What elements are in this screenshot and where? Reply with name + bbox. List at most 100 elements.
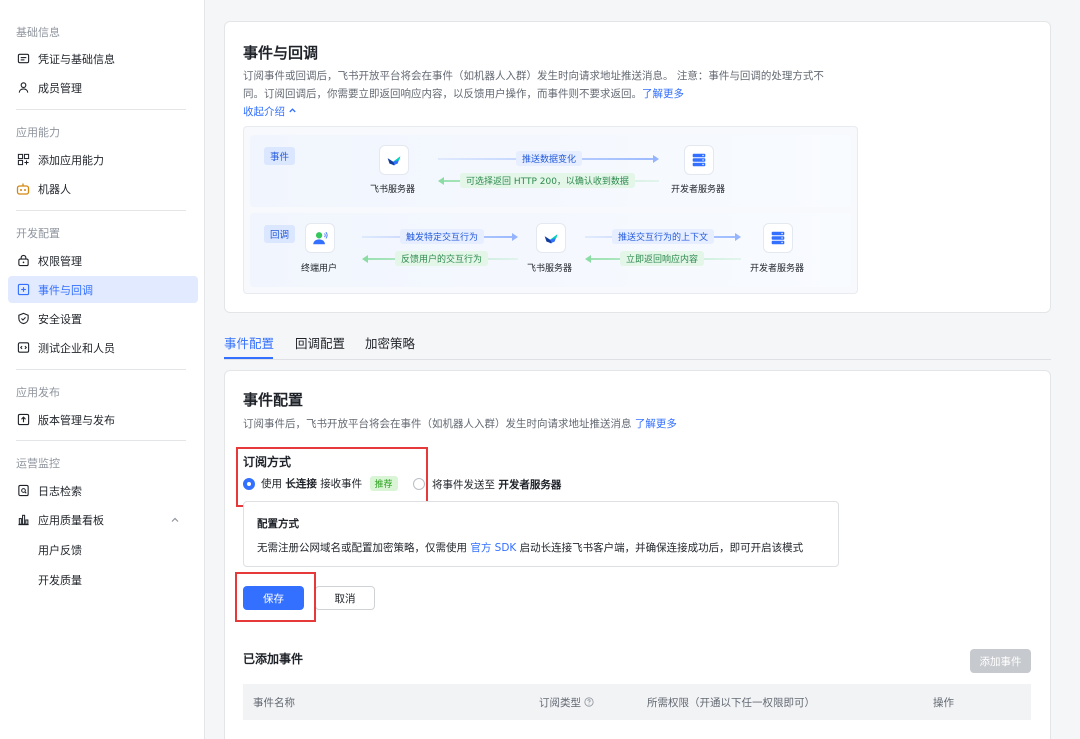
- arrow-head-icon: [653, 155, 659, 163]
- sidebar-item-events-callbacks[interactable]: 事件与回调: [8, 276, 198, 303]
- server-icon: [763, 223, 793, 253]
- sidebar-item-label: 事件与回调: [38, 283, 93, 297]
- optional-return-label: 可选择返回 HTTP 200，以确认收到数据: [460, 173, 635, 188]
- feishu-server-label: 飞书服务器: [527, 264, 573, 274]
- sidebar-item-label: 成员管理: [38, 81, 82, 95]
- sidebar-item-label: 测试企业和人员: [38, 341, 115, 355]
- arrow-head-icon: [362, 255, 368, 263]
- sidebar-item-security[interactable]: 安全设置: [8, 305, 198, 332]
- feishu-logo-icon: [536, 223, 566, 253]
- collapse-label: 收起介绍: [243, 106, 285, 118]
- added-events-title: 已添加事件: [243, 652, 304, 666]
- sidebar-item-label: 版本管理与发布: [38, 413, 115, 427]
- intro-desc-line1: 订阅事件或回调后，飞书开放平台将会在事件（如机器人入群）发生时向请求地址推送消息…: [243, 70, 824, 82]
- sidebar-item-label: 安全设置: [38, 312, 82, 326]
- intro-desc-line2: 同。订阅回调后，你需要立即返回响应内容，以反馈用户操作，而事件则不要求返回。: [243, 88, 642, 100]
- sidebar-item-label: 机器人: [38, 182, 71, 196]
- option-dev-server[interactable]: 将事件发送至 开发者服务器: [432, 477, 561, 492]
- sidebar-item-test-tenant[interactable]: 测试企业和人员: [8, 334, 198, 361]
- sidebar-item-permissions[interactable]: 权限管理: [8, 247, 198, 274]
- sidebar-subitem-user-feedback[interactable]: 用户反馈: [38, 542, 82, 558]
- arrow-head-icon: [585, 255, 591, 263]
- cancel-button[interactable]: 取消: [315, 586, 375, 610]
- sidebar-item-bot[interactable]: 机器人: [8, 175, 198, 202]
- add-event-button[interactable]: 添加事件: [970, 649, 1031, 673]
- sidebar-item-add-capability[interactable]: 添加应用能力: [8, 146, 198, 173]
- config-mode-box: 配置方式 无需注册公网域名或配置加密策略，仅需使用 官方 SDK 启动长连接飞书…: [243, 501, 839, 567]
- config-mode-description: 无需注册公网域名或配置加密策略，仅需使用 官方 SDK 启动长连接飞书客户端，并…: [257, 540, 803, 555]
- option-bold-text: 开发者服务器: [498, 479, 562, 491]
- chevron-up-icon[interactable]: [170, 515, 180, 525]
- event-callback-diagram: 事件 飞书服务器 推送数据变化 可选择返回 HTTP 200，以确认收到数据 开…: [243, 126, 858, 294]
- learn-more-link[interactable]: 了解更多: [642, 88, 684, 100]
- return-now-label: 立即返回响应内容: [620, 251, 705, 266]
- collapse-intro-link[interactable]: 收起介绍: [243, 104, 297, 119]
- event-config-description: 订阅事件后，飞书开放平台将会在事件（如机器人入群）发生时向请求地址推送消息 了解…: [243, 415, 943, 433]
- sidebar-item-label: 日志检索: [38, 484, 82, 498]
- event-config-desc-text: 订阅事件后，飞书开放平台将会在事件（如机器人入群）发生时向请求地址推送消息: [243, 418, 632, 430]
- divider: [16, 109, 186, 110]
- page-title: 事件与回调: [243, 44, 319, 62]
- tab-event-config[interactable]: 事件配置: [224, 333, 274, 352]
- group-title: 基础信息: [16, 26, 60, 39]
- push-context-label: 推送交互行为的上下文: [612, 229, 715, 244]
- event-config-title: 事件配置: [243, 391, 304, 409]
- divider: [16, 210, 186, 211]
- events-table-header: 事件名称 订阅类型 所需权限（开通以下任一权限即可） 操作: [243, 684, 1031, 720]
- shield-icon: [16, 312, 30, 326]
- column-event-name: 事件名称: [253, 697, 295, 709]
- code-icon: [16, 341, 30, 355]
- config-mode-title: 配置方式: [257, 518, 299, 530]
- callback-tag: 回调: [264, 225, 296, 243]
- sidebar-item-members[interactable]: 成员管理: [8, 74, 198, 101]
- sidebar-item-label: 添加应用能力: [38, 153, 104, 167]
- config-mode-text: 无需注册公网域名或配置加密策略，仅需使用: [257, 542, 467, 554]
- option-text: 将事件发送至: [432, 479, 495, 491]
- group-title: 开发配置: [16, 227, 60, 240]
- help-icon[interactable]: [584, 697, 594, 707]
- sidebar-item-quality-board[interactable]: 应用质量看板: [8, 506, 198, 533]
- highlight-box-subscribe: [236, 447, 428, 507]
- sidebar-item-credentials[interactable]: 凭证与基础信息: [8, 45, 198, 72]
- divider: [16, 369, 186, 370]
- callback-flow-row: 回调 终端用户 触发特定交互行为 反馈用户的交互行为 飞书服务器 推送交互行为的…: [250, 213, 851, 287]
- feishu-logo-icon: [379, 145, 409, 175]
- learn-more-link[interactable]: 了解更多: [635, 418, 677, 430]
- bar-chart-icon: [16, 513, 30, 527]
- sidebar-item-label: 权限管理: [38, 254, 82, 268]
- trigger-label: 触发特定交互行为: [400, 229, 485, 244]
- robot-icon: [16, 182, 30, 196]
- log-icon: [16, 484, 30, 498]
- feishu-server-label: 飞书服务器: [370, 185, 416, 195]
- intro-description: 订阅事件或回调后，飞书开放平台将会在事件（如机器人入群）发生时向请求地址推送消息…: [243, 67, 848, 103]
- feedback-label: 反馈用户的交互行为: [395, 251, 489, 266]
- event-box-icon: [16, 283, 30, 297]
- sidebar-item-log-search[interactable]: 日志检索: [8, 477, 198, 504]
- sidebar-subitem-dev-quality[interactable]: 开发质量: [38, 572, 82, 588]
- group-title: 应用能力: [16, 126, 60, 139]
- column-actions: 操作: [933, 697, 954, 709]
- official-sdk-link[interactable]: 官方 SDK: [470, 542, 516, 554]
- server-icon: [684, 145, 714, 175]
- upload-icon: [16, 413, 30, 427]
- tab-callback-config[interactable]: 回调配置: [295, 333, 345, 352]
- divider: [16, 440, 186, 441]
- tab-encryption[interactable]: 加密策略: [365, 333, 415, 352]
- terminal-user-icon: [305, 223, 335, 253]
- column-required-permissions: 所需权限（开通以下任一权限即可）: [647, 697, 815, 709]
- lock-icon: [16, 254, 30, 268]
- sidebar-item-label: 应用质量看板: [38, 513, 104, 527]
- grid-add-icon: [16, 153, 30, 167]
- event-flow-row: 事件 飞书服务器 推送数据变化 可选择返回 HTTP 200，以确认收到数据 开…: [250, 135, 851, 207]
- group-title: 运营监控: [16, 457, 60, 470]
- arrow-head-icon: [512, 233, 518, 241]
- sidebar-item-version-release[interactable]: 版本管理与发布: [8, 406, 198, 433]
- column-subscribe-type: 订阅类型: [539, 695, 594, 710]
- highlight-box-save: [235, 572, 316, 622]
- chevron-up-icon: [289, 108, 297, 113]
- event-tag: 事件: [264, 147, 296, 165]
- arrow-head-icon: [735, 233, 741, 241]
- tab-active-indicator: [224, 357, 273, 359]
- config-mode-text: 启动长连接飞书客户端，并确保连接成功后，即可开启该模式: [519, 542, 804, 554]
- tabs-divider: [224, 359, 1051, 360]
